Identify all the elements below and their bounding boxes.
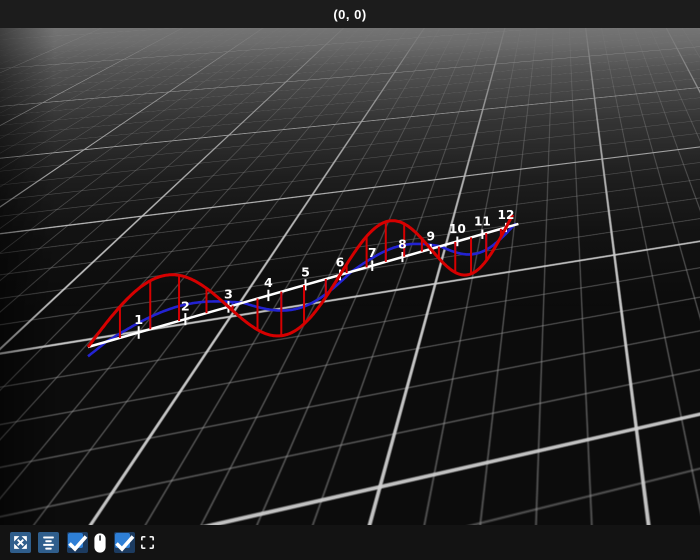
window-title: (0, 0) <box>333 6 367 22</box>
scene-3d-viewport[interactable] <box>0 28 700 525</box>
fullscreen-checkbox[interactable] <box>114 532 135 553</box>
align-button[interactable] <box>38 532 59 553</box>
toolbar <box>0 525 700 560</box>
align-lines-icon <box>43 536 54 550</box>
move-arrows-icon <box>14 536 27 549</box>
fullscreen-icon[interactable] <box>137 531 158 555</box>
mouse-control-checkbox[interactable] <box>67 532 88 553</box>
grid-perspective-container <box>0 28 700 525</box>
title-bar: (0, 0) <box>0 0 700 28</box>
mouse-icon <box>89 531 110 555</box>
checkmark-icon <box>68 535 88 552</box>
checkmark-icon <box>115 535 135 552</box>
pan-button[interactable] <box>10 532 31 553</box>
app-window: (0, 0) 1 2 3 4 5 6 7 8 9 10 11 12 <box>0 0 700 560</box>
